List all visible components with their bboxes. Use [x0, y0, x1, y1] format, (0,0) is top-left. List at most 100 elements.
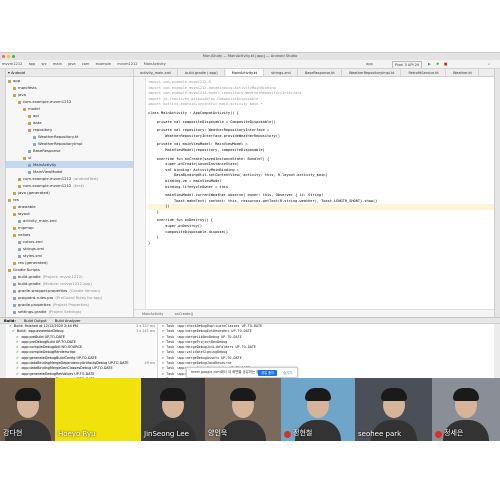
- tree-item-label: settings.gradle: [18, 309, 47, 314]
- tree-item[interactable]: WeatherRepository.kt: [6, 133, 133, 140]
- tree-item[interactable]: styles.xml: [6, 252, 133, 259]
- tree-item[interactable]: strings.xml: [6, 245, 133, 252]
- search-icon[interactable]: ⌕: [488, 60, 490, 68]
- folder-icon: [23, 107, 26, 111]
- participant-tile[interactable]: seohee park: [355, 378, 432, 441]
- nav-item[interactable]: mvvm1212: [2, 62, 22, 66]
- file-icon: [18, 240, 21, 244]
- tree-item[interactable]: gradle.properties (Project Properties): [6, 301, 133, 308]
- tree-item[interactable]: build.gradle (Project: mvvm1212): [6, 273, 133, 280]
- tree-item[interactable]: ui: [6, 154, 133, 161]
- success-check-icon: ✔: [16, 339, 19, 344]
- tree-item[interactable]: MainViewModel: [6, 168, 133, 175]
- folder-icon: [28, 114, 31, 118]
- close-window-button[interactable]: [2, 55, 5, 58]
- tree-item[interactable]: res: [6, 196, 133, 203]
- run-icon[interactable]: ▶: [428, 60, 431, 68]
- tree-item[interactable]: BaseResponse: [6, 147, 133, 154]
- tree-item[interactable]: com.example.mvvm1212 (androidTest): [6, 175, 133, 182]
- participant-tile[interactable]: 양인욱: [205, 378, 281, 441]
- window-title: MaruStudy — MainActivity.kt [app] — Andr…: [202, 54, 298, 58]
- tree-item-label: build.gradle: [18, 274, 41, 279]
- tab-main-activity[interactable]: MainActivity.kt: [225, 69, 265, 76]
- nav-item[interactable]: app: [29, 62, 36, 66]
- nav-item[interactable]: main: [53, 62, 62, 66]
- line-gutter[interactable]: [134, 77, 146, 309]
- tree-item[interactable]: mipmap: [6, 224, 133, 231]
- tab-base-response[interactable]: BaseResponse.kt: [299, 69, 342, 76]
- tab-build-analyzer[interactable]: Build Analyzer: [55, 319, 81, 323]
- tree-item[interactable]: MainActivity: [6, 161, 133, 168]
- build-task-label: Build: :app:assembleDebug: [16, 329, 64, 334]
- tree-item[interactable]: build.gradle (Module: mvvm1212.app): [6, 280, 133, 287]
- stop-sharing-button[interactable]: 공유 중지: [258, 370, 277, 376]
- tree-item[interactable]: values: [6, 231, 133, 238]
- tree-item[interactable]: gradle-wrapper.properties (Gradle Version…: [6, 287, 133, 294]
- android-studio-window: MaruStudy — MainActivity.kt [app] — Andr…: [0, 52, 500, 432]
- right-tool-strip[interactable]: [494, 69, 500, 317]
- tree-item[interactable]: manifests: [6, 84, 133, 91]
- device-selector[interactable]: Pixel 3 API 29: [392, 61, 423, 68]
- nav-item[interactable]: MainActivity: [144, 62, 166, 66]
- participant-tile[interactable]: Hoeyo Ryu: [55, 378, 141, 441]
- tree-item[interactable]: WeatherRepositoryImpl: [6, 140, 133, 147]
- tree-item[interactable]: app: [6, 77, 133, 84]
- tree-item[interactable]: repository: [6, 126, 133, 133]
- tree-item-label: app: [13, 78, 21, 83]
- tree-item[interactable]: layout: [6, 210, 133, 217]
- success-check-icon: ✔: [16, 361, 19, 366]
- participant-tile[interactable]: 정세은: [432, 378, 500, 441]
- project-view-selector[interactable]: Android: [11, 71, 25, 75]
- tree-item-note: (ProGuard Rules for app): [55, 295, 103, 300]
- project-panel-header[interactable]: ▾ Android: [6, 69, 133, 77]
- tab-weather[interactable]: Weather.kt: [447, 69, 479, 76]
- tree-item[interactable]: proguard-rules.pro (ProGuard Rules for ap…: [6, 294, 133, 301]
- tab-activity-main-xml[interactable]: activity_main.xml: [134, 69, 178, 76]
- tab-strings-xml[interactable]: strings.xml: [265, 69, 298, 76]
- tree-item[interactable]: Gradle Scripts: [6, 266, 133, 273]
- folder-icon: [18, 100, 21, 104]
- app-selector[interactable]: app: [366, 60, 373, 68]
- nav-item[interactable]: mvvm1212: [117, 62, 137, 66]
- stop-icon[interactable]: ■: [444, 60, 447, 68]
- nav-item[interactable]: java: [68, 62, 76, 66]
- tree-item[interactable]: com.example.mvvm1212: [6, 98, 133, 105]
- participant-tile[interactable]: JinSeong Lee: [141, 378, 205, 441]
- tab-weather-repository-impl[interactable]: WeatherRepositoryImpl.kt: [343, 69, 402, 76]
- tab-build-gradle[interactable]: build.gradle (:app): [179, 69, 225, 76]
- tree-item[interactable]: activity_main.xml: [6, 217, 133, 224]
- tree-item[interactable]: api: [6, 112, 133, 119]
- hide-banner-button[interactable]: 숨기기: [280, 370, 295, 376]
- zoom-window-button[interactable]: [12, 55, 15, 58]
- code-area[interactable]: import com.example.mvvm1212.R import com.…: [148, 80, 494, 246]
- tab-build-output[interactable]: Build Output: [24, 319, 47, 323]
- participant-tile[interactable]: 정현철: [281, 378, 355, 441]
- tree-item[interactable]: drawable: [6, 203, 133, 210]
- tree-item-label: values: [18, 232, 31, 237]
- tree-item-label: com.example.mvvm1212: [23, 183, 72, 188]
- participant-name: 강다현: [3, 429, 23, 437]
- participant-tile[interactable]: 강다현: [0, 378, 55, 441]
- code-line[interactable]: }: [148, 241, 494, 247]
- tab-retrofit-service[interactable]: RetrofitService.kt: [402, 69, 446, 76]
- tree-item[interactable]: com.example.mvvm1212 (test): [6, 182, 133, 189]
- file-icon: [13, 296, 16, 300]
- tree-item-label: gradle.properties: [18, 302, 51, 307]
- debug-icon[interactable]: ✱: [436, 60, 439, 68]
- nav-item[interactable]: com: [82, 62, 90, 66]
- tree-item[interactable]: settings.gradle (Project Settings): [6, 308, 133, 315]
- minimize-window-button[interactable]: [7, 55, 10, 58]
- tree-item[interactable]: model: [6, 105, 133, 112]
- tree-item[interactable]: res (generated): [6, 259, 133, 266]
- tree-item[interactable]: java: [6, 91, 133, 98]
- tree-item-label: ui: [28, 155, 32, 160]
- participant-hair: [380, 388, 407, 401]
- breadcrumb-item[interactable]: MainActivity: [142, 312, 163, 316]
- nav-item[interactable]: src: [41, 62, 46, 66]
- tree-item[interactable]: java (generated): [6, 189, 133, 196]
- tree-item[interactable]: data: [6, 119, 133, 126]
- tree-item[interactable]: colors.xml: [6, 238, 133, 245]
- code-editor[interactable]: import com.example.mvvm1212.R import com.…: [134, 77, 494, 309]
- nav-item[interactable]: example: [96, 62, 111, 66]
- breadcrumb-item[interactable]: onCreate(): [175, 312, 194, 316]
